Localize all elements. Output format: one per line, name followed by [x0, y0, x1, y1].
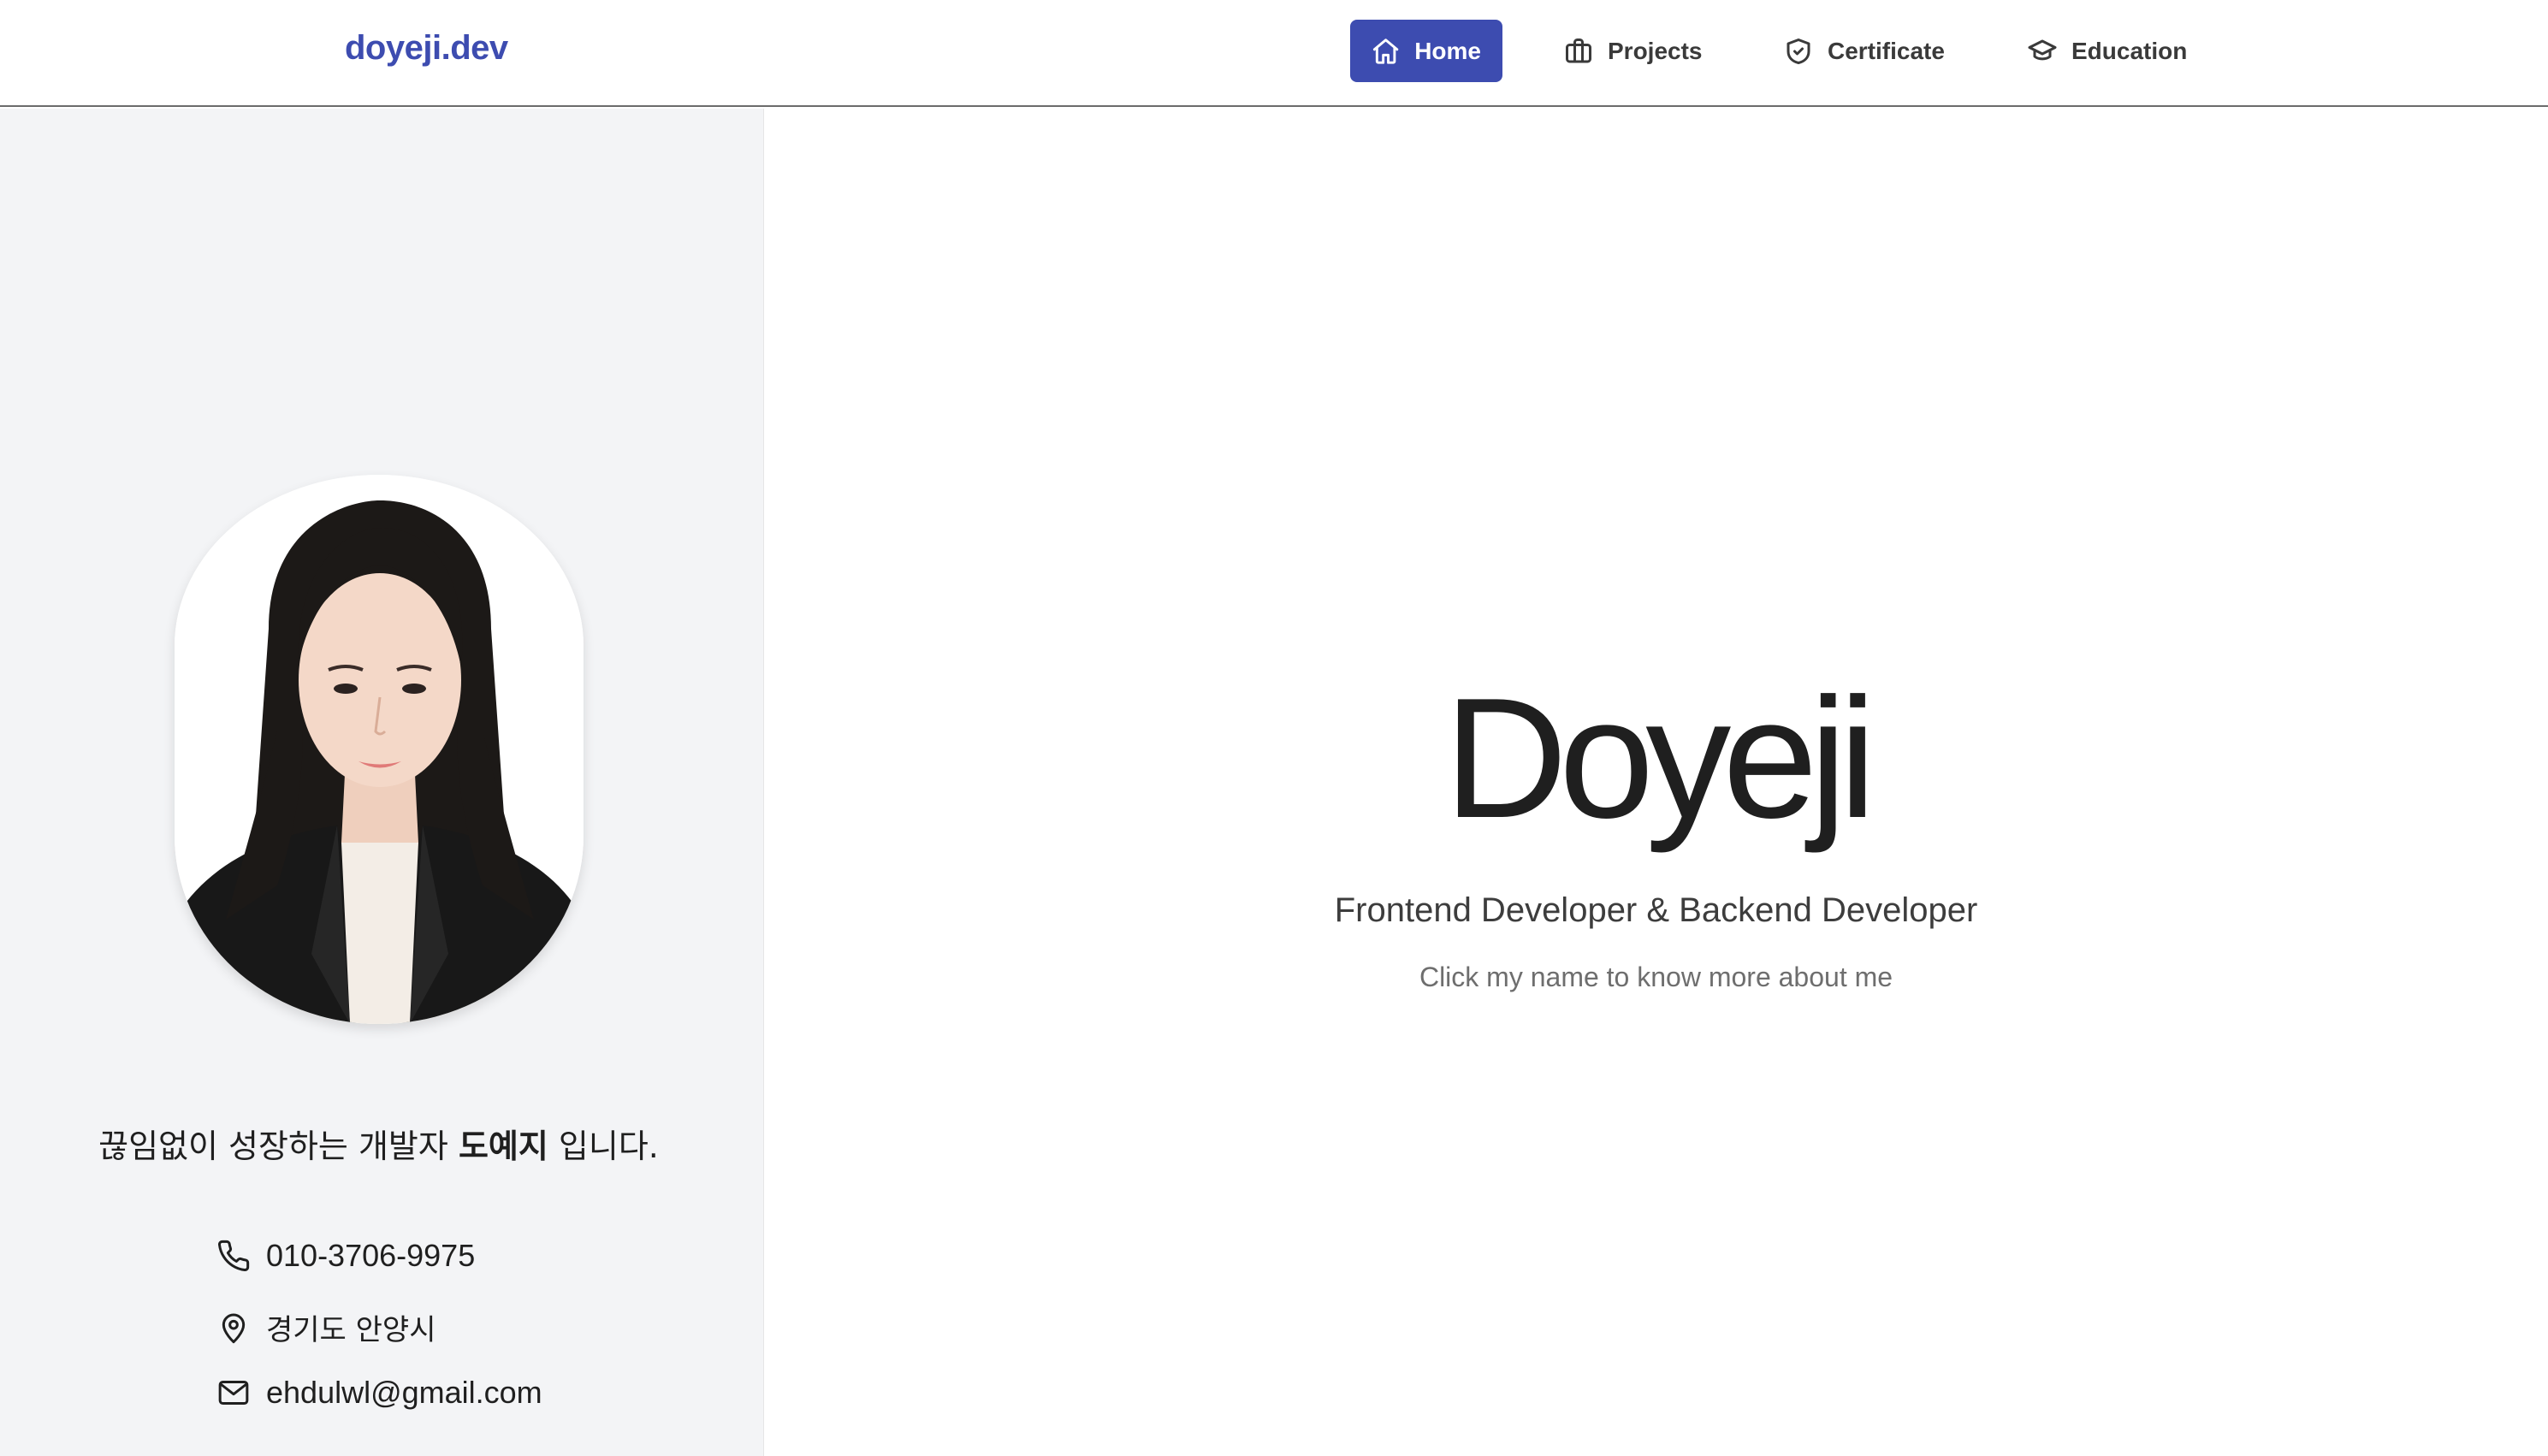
location-text: 경기도 안양시 [266, 1313, 436, 1347]
contact-location: 경기도 안양시 [216, 1306, 436, 1348]
nav-education-label: Education [2071, 37, 2188, 64]
phone-icon [218, 1240, 250, 1271]
shield-check-icon [1787, 38, 1810, 64]
hero-name-link[interactable]: Doyeji [764, 673, 2548, 844]
profile-photo-illustration [175, 475, 584, 1024]
mail-icon [218, 1381, 249, 1405]
contact-email: ehdulwl@gmail.com [216, 1375, 542, 1411]
nav-home[interactable]: Home [1350, 20, 1502, 82]
email-address: ehdulwl@gmail.com [266, 1375, 542, 1410]
map-pin-icon [222, 1313, 246, 1343]
phone-number: 010-3706-9975 [266, 1238, 476, 1273]
nav-projects[interactable]: Projects [1563, 20, 1703, 82]
nav-certificate[interactable]: Certificate [1783, 20, 1945, 82]
hero-subtitle: Frontend Developer & Backend Developer [1334, 891, 1978, 929]
profile-photo [175, 475, 584, 1024]
nav-certificate-label: Certificate [1828, 37, 1945, 64]
contact-phone: 010-3706-9975 [216, 1238, 475, 1274]
tagline-prefix: 끊임없이 성장하는 개발자 [98, 1128, 459, 1165]
nav-home-label: Home [1414, 37, 1481, 64]
brand-logo-link[interactable]: doyeji.dev [345, 29, 508, 68]
nav-projects-label: Projects [1608, 37, 1703, 64]
briefcase-icon [1566, 38, 1591, 62]
home-icon [1372, 38, 1399, 64]
hero-hint: Click my name to know more about me [1419, 962, 1893, 992]
profile-sidebar: 끊임없이 성장하는 개발자 도예지 입니다. 010-3706-9975 경기도… [0, 109, 764, 1456]
hero-section: Doyeji Frontend Developer & Backend Deve… [764, 109, 2548, 1456]
nav-education[interactable]: Education [2027, 20, 2187, 82]
top-navbar: doyeji.dev Home Projects Certificate Edu… [0, 0, 2548, 107]
profile-tagline: 끊임없이 성장하는 개발자 도예지 입니다. [0, 1120, 757, 1167]
tagline-name: 도예지 [458, 1128, 548, 1165]
tagline-suffix: 입니다. [548, 1128, 659, 1165]
graduation-cap-icon [2028, 39, 2057, 60]
